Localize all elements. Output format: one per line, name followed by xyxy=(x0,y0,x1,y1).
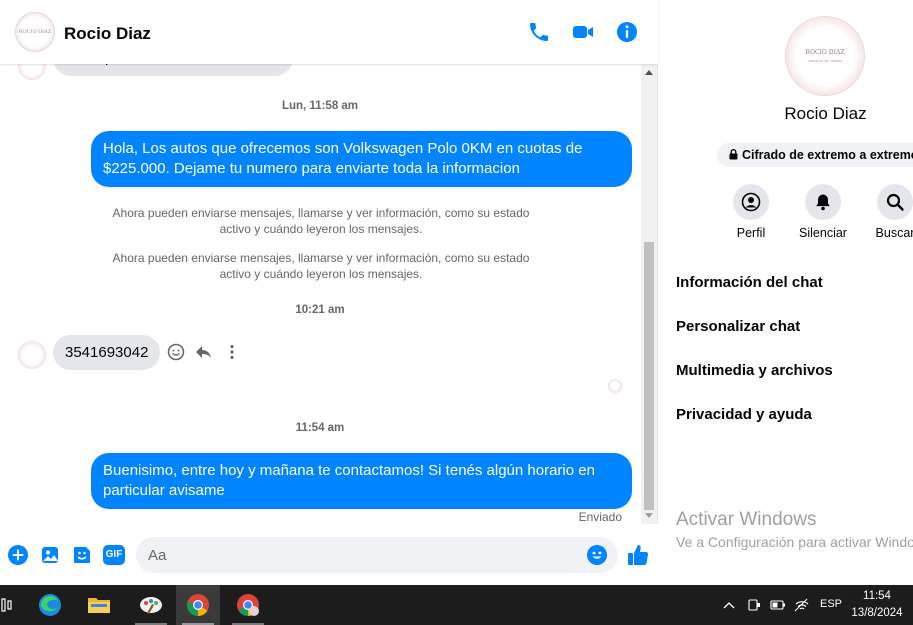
encryption-badge[interactable]: Cifrado de extremo a extremo xyxy=(717,143,913,167)
contact-avatar-large[interactable]: ROCIO DIAZ Asesora de ventas xyxy=(785,16,865,96)
system-message: Ahora pueden enviarse mensajes, llamarse… xyxy=(112,251,530,281)
edge-button[interactable] xyxy=(28,585,72,625)
tray-battery[interactable] xyxy=(767,585,789,625)
thumbs-up-icon[interactable] xyxy=(626,543,650,567)
emoji-icon[interactable] xyxy=(586,544,608,566)
encryption-label: Cifrado de extremo a extremo xyxy=(742,148,913,162)
react-emoji-icon[interactable] xyxy=(166,342,186,362)
conversation-info-panel: ROCIO DIAZ Asesora de ventas Rocio Diaz … xyxy=(659,0,913,585)
message-list[interactable]: Hola quiero información del auto Lun, 11… xyxy=(0,64,640,524)
clock-time: 11:54 xyxy=(863,590,891,602)
avatar-brand-text: ROCIO DIAZ xyxy=(805,49,845,56)
activate-windows-title: Activar Windows xyxy=(676,509,817,530)
plus-icon[interactable] xyxy=(7,544,29,566)
app-window: ROCIO DIAZ Rocio Diaz Hola quiero inform… xyxy=(0,0,913,625)
chat-panel: ROCIO DIAZ Rocio Diaz Hola quiero inform… xyxy=(0,0,658,585)
mute-button[interactable]: Silenciar xyxy=(793,184,853,240)
profile-button[interactable]: Perfil xyxy=(721,184,781,240)
message-incoming[interactable]: Hola quiero información del auto xyxy=(53,64,293,76)
clock[interactable]: 11:54 13/8/2024 xyxy=(847,588,907,622)
chrome-profile-icon xyxy=(237,594,259,616)
chrome-profile-button[interactable] xyxy=(226,585,270,625)
menu-chat-info[interactable]: Información del chat xyxy=(676,274,823,291)
chrome-icon xyxy=(186,594,209,616)
tray-device[interactable] xyxy=(743,585,765,625)
system-message: Ahora pueden enviarse mensajes, llamarse… xyxy=(112,206,530,236)
paint-icon xyxy=(140,597,162,614)
phone-icon[interactable] xyxy=(527,20,551,44)
profile-label: Perfil xyxy=(736,226,766,240)
contact-avatar[interactable]: ROCIO DIAZ xyxy=(15,12,55,52)
contact-avatar-small xyxy=(18,341,46,369)
photo-icon[interactable] xyxy=(39,544,61,566)
battery-icon xyxy=(770,600,785,610)
search-label: Buscar xyxy=(875,226,913,240)
more-options-icon[interactable] xyxy=(222,342,242,362)
device-icon xyxy=(748,599,760,611)
message-outgoing[interactable]: Buenisimo, entre hoy y mañana te contact… xyxy=(91,453,632,509)
info-icon[interactable] xyxy=(615,20,639,44)
profile-icon xyxy=(741,192,761,212)
scroll-down-arrow-icon[interactable] xyxy=(645,513,653,518)
taskbar: ESP 11:54 13/8/2024 xyxy=(0,585,913,625)
info-contact-name: Rocio Diaz xyxy=(784,104,867,123)
file-explorer-icon xyxy=(88,598,110,613)
tray-expand[interactable] xyxy=(719,585,739,625)
search-button[interactable]: Buscar xyxy=(865,184,913,240)
contact-avatar-text: ROCIO DIAZ xyxy=(18,29,52,35)
mute-label: Silenciar xyxy=(799,226,847,240)
timestamp: Lun, 11:58 am xyxy=(281,100,359,112)
tray-wifi[interactable] xyxy=(791,585,813,625)
scroll-up-arrow-icon[interactable] xyxy=(645,70,653,75)
message-incoming[interactable]: 3541693042 xyxy=(53,335,161,370)
composer: GIF xyxy=(0,524,658,585)
search-icon xyxy=(886,193,904,211)
language-indicator[interactable]: ESP xyxy=(820,598,842,610)
menu-privacy-help[interactable]: Privacidad y ayuda xyxy=(676,406,812,423)
chat-header: ROCIO DIAZ Rocio Diaz xyxy=(0,0,658,64)
task-view-icon xyxy=(1,598,12,612)
message-scrollbar[interactable] xyxy=(641,64,657,524)
scroll-thumb[interactable] xyxy=(644,242,654,510)
chevron-up-icon xyxy=(723,602,735,609)
bell-icon xyxy=(816,194,830,211)
menu-customize-chat[interactable]: Personalizar chat xyxy=(676,318,800,335)
chrome-button[interactable] xyxy=(176,585,220,625)
clock-date: 13/8/2024 xyxy=(851,607,903,619)
edge-icon xyxy=(39,594,61,616)
menu-media-files[interactable]: Multimedia y archivos xyxy=(676,362,833,379)
contact-avatar-small xyxy=(18,64,46,80)
message-outgoing[interactable]: Hola, Los autos que ofrecemos son Volksw… xyxy=(91,131,632,187)
reply-icon[interactable] xyxy=(194,342,214,362)
wifi-icon xyxy=(794,598,809,612)
paint-button[interactable] xyxy=(129,585,173,625)
contact-name[interactable]: Rocio Diaz xyxy=(64,24,151,44)
task-view-button[interactable] xyxy=(0,585,28,625)
timestamp: 11:54 am xyxy=(295,422,345,434)
sticker-icon[interactable] xyxy=(71,544,93,566)
message-input[interactable] xyxy=(136,537,618,573)
gif-icon[interactable]: GIF xyxy=(103,545,125,565)
activate-windows-subtitle: Ve a Configuración para activar Windows. xyxy=(676,534,913,550)
lock-icon xyxy=(729,149,738,160)
file-explorer-button[interactable] xyxy=(77,585,121,625)
avatar-subtitle-text: Asesora de ventas xyxy=(808,58,842,63)
delivery-status: Enviado xyxy=(578,510,622,524)
timestamp: 10:21 am xyxy=(295,304,345,316)
video-camera-icon[interactable] xyxy=(571,20,595,44)
read-receipt-avatar xyxy=(608,379,622,393)
